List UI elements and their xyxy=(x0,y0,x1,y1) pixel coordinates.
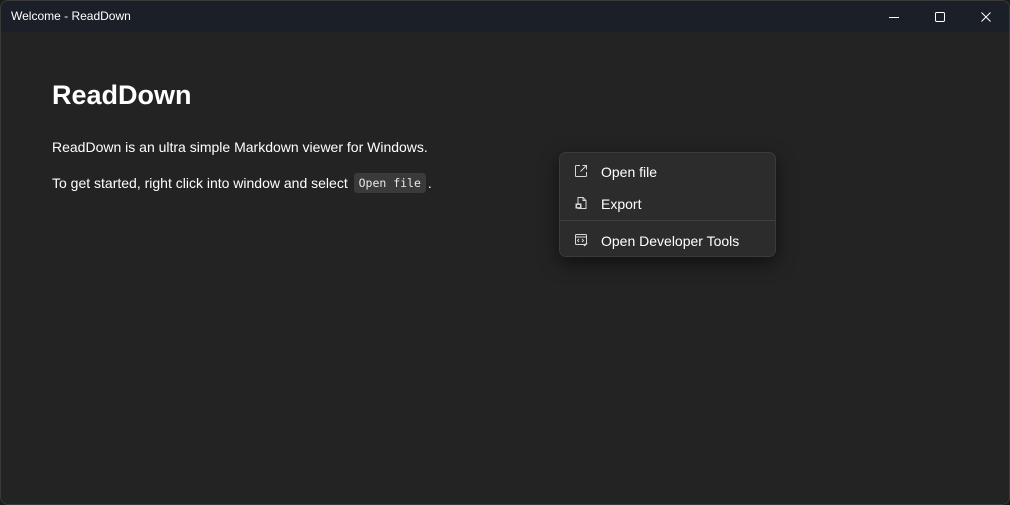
close-icon xyxy=(981,11,991,22)
menu-item-export[interactable]: Export xyxy=(564,188,771,218)
developer-tools-icon xyxy=(575,234,588,247)
export-file-icon xyxy=(575,197,587,209)
context-menu: Open file Export Open Developer Tools xyxy=(559,152,776,257)
menu-item-open-file[interactable]: Open file xyxy=(564,156,771,186)
instructions-suffix: . xyxy=(427,175,432,191)
instructions-paragraph: To get started, right click into window … xyxy=(52,173,432,193)
page-heading: ReadDown xyxy=(52,80,192,110)
inline-code: Open file xyxy=(353,173,426,193)
close-button[interactable] xyxy=(963,1,1009,32)
open-external-icon xyxy=(575,165,587,177)
document-view[interactable]: ReadDown ReadDown is an ultra simple Mar… xyxy=(1,32,1009,504)
minimize-icon xyxy=(889,16,899,18)
window-controls xyxy=(871,1,1009,32)
intro-paragraph: ReadDown is an ultra simple Markdown vie… xyxy=(52,139,428,155)
instructions-text: To get started, right click into window … xyxy=(52,175,352,191)
maximize-button[interactable] xyxy=(917,1,963,32)
menu-item-developer-tools[interactable]: Open Developer Tools xyxy=(564,225,771,255)
menu-item-label: Open Developer Tools xyxy=(601,233,740,249)
title-bar[interactable]: Welcome - ReadDown xyxy=(1,1,1009,32)
menu-item-label: Export xyxy=(601,196,642,212)
menu-separator xyxy=(560,220,775,221)
minimize-button[interactable] xyxy=(871,1,917,32)
window-title: Welcome - ReadDown xyxy=(11,9,131,23)
app-window: Welcome - ReadDown ReadDown ReadDown is … xyxy=(0,0,1010,505)
maximize-icon xyxy=(935,11,945,22)
menu-item-label: Open file xyxy=(601,164,658,180)
